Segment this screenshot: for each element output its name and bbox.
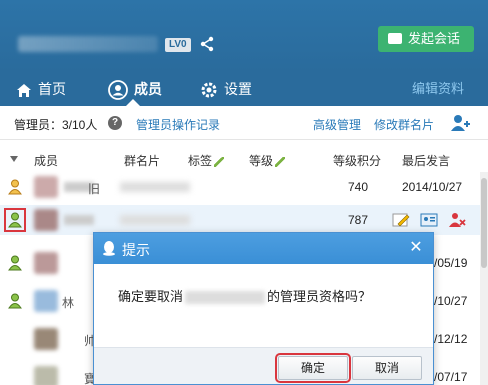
member-last-speech: /05/19 <box>434 256 468 270</box>
avatar[interactable] <box>34 290 58 312</box>
header-tag[interactable]: 标签 <box>188 152 225 169</box>
member-person-icon <box>8 293 22 309</box>
member-card-blurred <box>120 215 190 225</box>
header-points[interactable]: 等级积分 <box>333 152 381 169</box>
member-card-blurred <box>120 182 190 192</box>
group-header: LV0 发起会话 <box>0 0 488 72</box>
member-icon <box>108 80 128 101</box>
edit-profile-link[interactable]: 编辑资料 <box>412 72 464 106</box>
confirm-button[interactable]: 确定 <box>275 353 351 383</box>
gear-icon <box>201 82 217 98</box>
member-last-speech: /07/17 <box>434 370 468 384</box>
header-level-label: 等级 <box>249 154 274 168</box>
target-member-blurred <box>185 291 266 305</box>
admin-person-icon <box>8 179 22 195</box>
cancel-button[interactable]: 取消 <box>352 356 422 380</box>
member-table-header: 成员 群名片 标签 等级 等级积分 最后发言 <box>0 148 488 172</box>
tab-members[interactable]: 成员 <box>108 72 162 106</box>
confirm-message-suffix: 的管理员资格吗？ <box>267 289 372 304</box>
member-person-icon <box>8 255 22 271</box>
table-row[interactable]: 787 <box>0 205 488 235</box>
level-badge: LV0 <box>165 38 191 52</box>
tab-home[interactable]: 首页 <box>16 72 66 106</box>
qq-penguin-icon <box>103 241 115 256</box>
chat-icon <box>388 33 402 44</box>
tab-settings[interactable]: 设置 <box>200 72 252 106</box>
home-icon <box>17 83 31 97</box>
member-points: 740 <box>348 180 369 194</box>
member-last-speech: /10/27 <box>434 294 468 308</box>
avatar[interactable] <box>34 366 58 385</box>
member-name-tail: 旧 <box>88 182 101 196</box>
confirm-message-prefix: 确定要取消 <box>118 289 184 304</box>
avatar[interactable] <box>34 176 58 198</box>
start-chat-button[interactable]: 发起会话 <box>378 26 474 52</box>
start-chat-label: 发起会话 <box>408 31 461 46</box>
sort-arrow-icon[interactable] <box>10 156 18 162</box>
dialog-title: 提示 <box>122 242 150 258</box>
advanced-management-link[interactable]: 高级管理 <box>313 116 361 133</box>
member-toolbar: 管理员：3/10人 ? 管理员操作记录 高级管理 修改群名片 <box>0 106 488 140</box>
member-last-speech: 2014/10/27 <box>402 180 463 194</box>
nav-tabs: 首页 成员 设置 编辑资料 <box>0 72 488 106</box>
remove-member-icon[interactable] <box>448 211 466 229</box>
avatar[interactable] <box>34 252 58 274</box>
member-points: 787 <box>348 213 369 227</box>
table-row[interactable]: 旧 740 2014/10/27 <box>0 172 488 202</box>
member-last-speech: /12/12 <box>434 332 468 346</box>
scroll-thumb[interactable] <box>481 178 487 268</box>
group-name-blurred <box>18 36 158 52</box>
admin-count: 管理员：3/10人 <box>14 118 98 132</box>
close-icon[interactable]: ✕ <box>407 239 425 257</box>
header-member[interactable]: 成员 <box>34 152 58 169</box>
help-icon[interactable]: ? <box>108 116 122 130</box>
avatar[interactable] <box>34 209 58 231</box>
dialog-body: 确定要取消 的管理员资格吗？ <box>94 264 433 354</box>
dialog-titlebar[interactable]: 提示 ✕ <box>94 233 433 264</box>
header-card[interactable]: 群名片 <box>124 152 160 169</box>
admin-toggle-person-icon[interactable] <box>4 208 26 232</box>
member-list-scrollbar[interactable] <box>480 172 488 385</box>
header-last-speech[interactable]: 最后发言 <box>402 152 450 169</box>
header-level[interactable]: 等级 <box>249 152 286 169</box>
avatar[interactable] <box>34 328 58 350</box>
tab-members-label: 成员 <box>134 81 162 97</box>
member-name-blurred <box>64 215 94 225</box>
confirm-message: 确定要取消 的管理员资格吗？ <box>118 286 371 305</box>
pencil-icon <box>214 156 225 167</box>
member-name-tail: 林 <box>62 296 75 310</box>
profile-card-icon[interactable] <box>420 211 438 229</box>
pencil-icon <box>275 156 286 167</box>
edit-group-card-link[interactable]: 修改群名片 <box>374 116 434 133</box>
tab-settings-label: 设置 <box>224 81 252 97</box>
confirm-dialog: 提示 ✕ 确定要取消 的管理员资格吗？ 确定 取消 <box>93 232 434 385</box>
share-icon[interactable] <box>199 36 215 52</box>
tab-home-label: 首页 <box>38 81 66 97</box>
edit-card-icon[interactable] <box>392 211 410 229</box>
header-tag-label: 标签 <box>188 154 213 168</box>
dialog-footer: 确定 取消 <box>94 347 433 384</box>
admin-log-link[interactable]: 管理员操作记录 <box>136 116 220 133</box>
add-member-icon[interactable] <box>450 113 470 133</box>
